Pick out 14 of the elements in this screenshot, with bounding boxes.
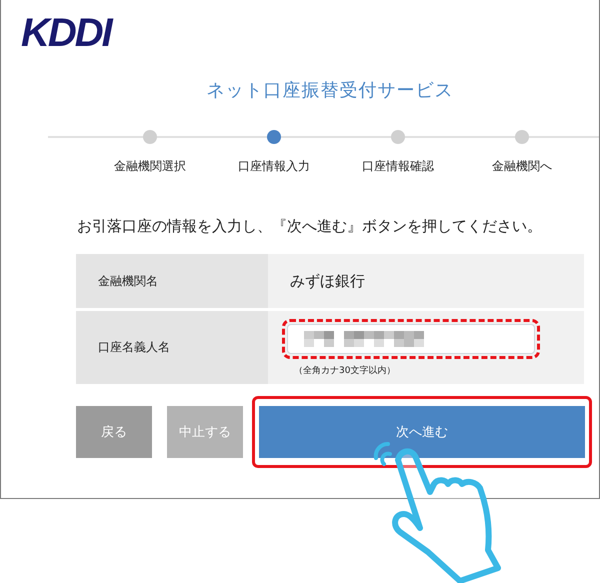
page-title: ネット口座振替受付サービス [206, 79, 454, 102]
field-label: 金融機関名 [76, 254, 268, 308]
instruction-text: お引落口座の情報を入力し、『次へ進む』ボタンを押してください。 [77, 217, 543, 236]
field-label: 口座名義人名 [76, 311, 268, 384]
cancel-button[interactable]: 中止する [167, 406, 243, 458]
next-button[interactable]: 次へ進む [259, 406, 585, 458]
logo: KDDI [21, 12, 111, 54]
step-label: 金融機関へ [492, 158, 552, 175]
back-button[interactable]: 戻る [76, 406, 152, 458]
step-label: 口座情報入力 [238, 158, 310, 175]
field-value: みずほ銀行 [290, 272, 366, 290]
field-hint: （全角カナ30文字以内） [294, 364, 396, 376]
step-label: 口座情報確認 [362, 158, 434, 175]
step-label: 金融機関選択 [114, 158, 186, 175]
